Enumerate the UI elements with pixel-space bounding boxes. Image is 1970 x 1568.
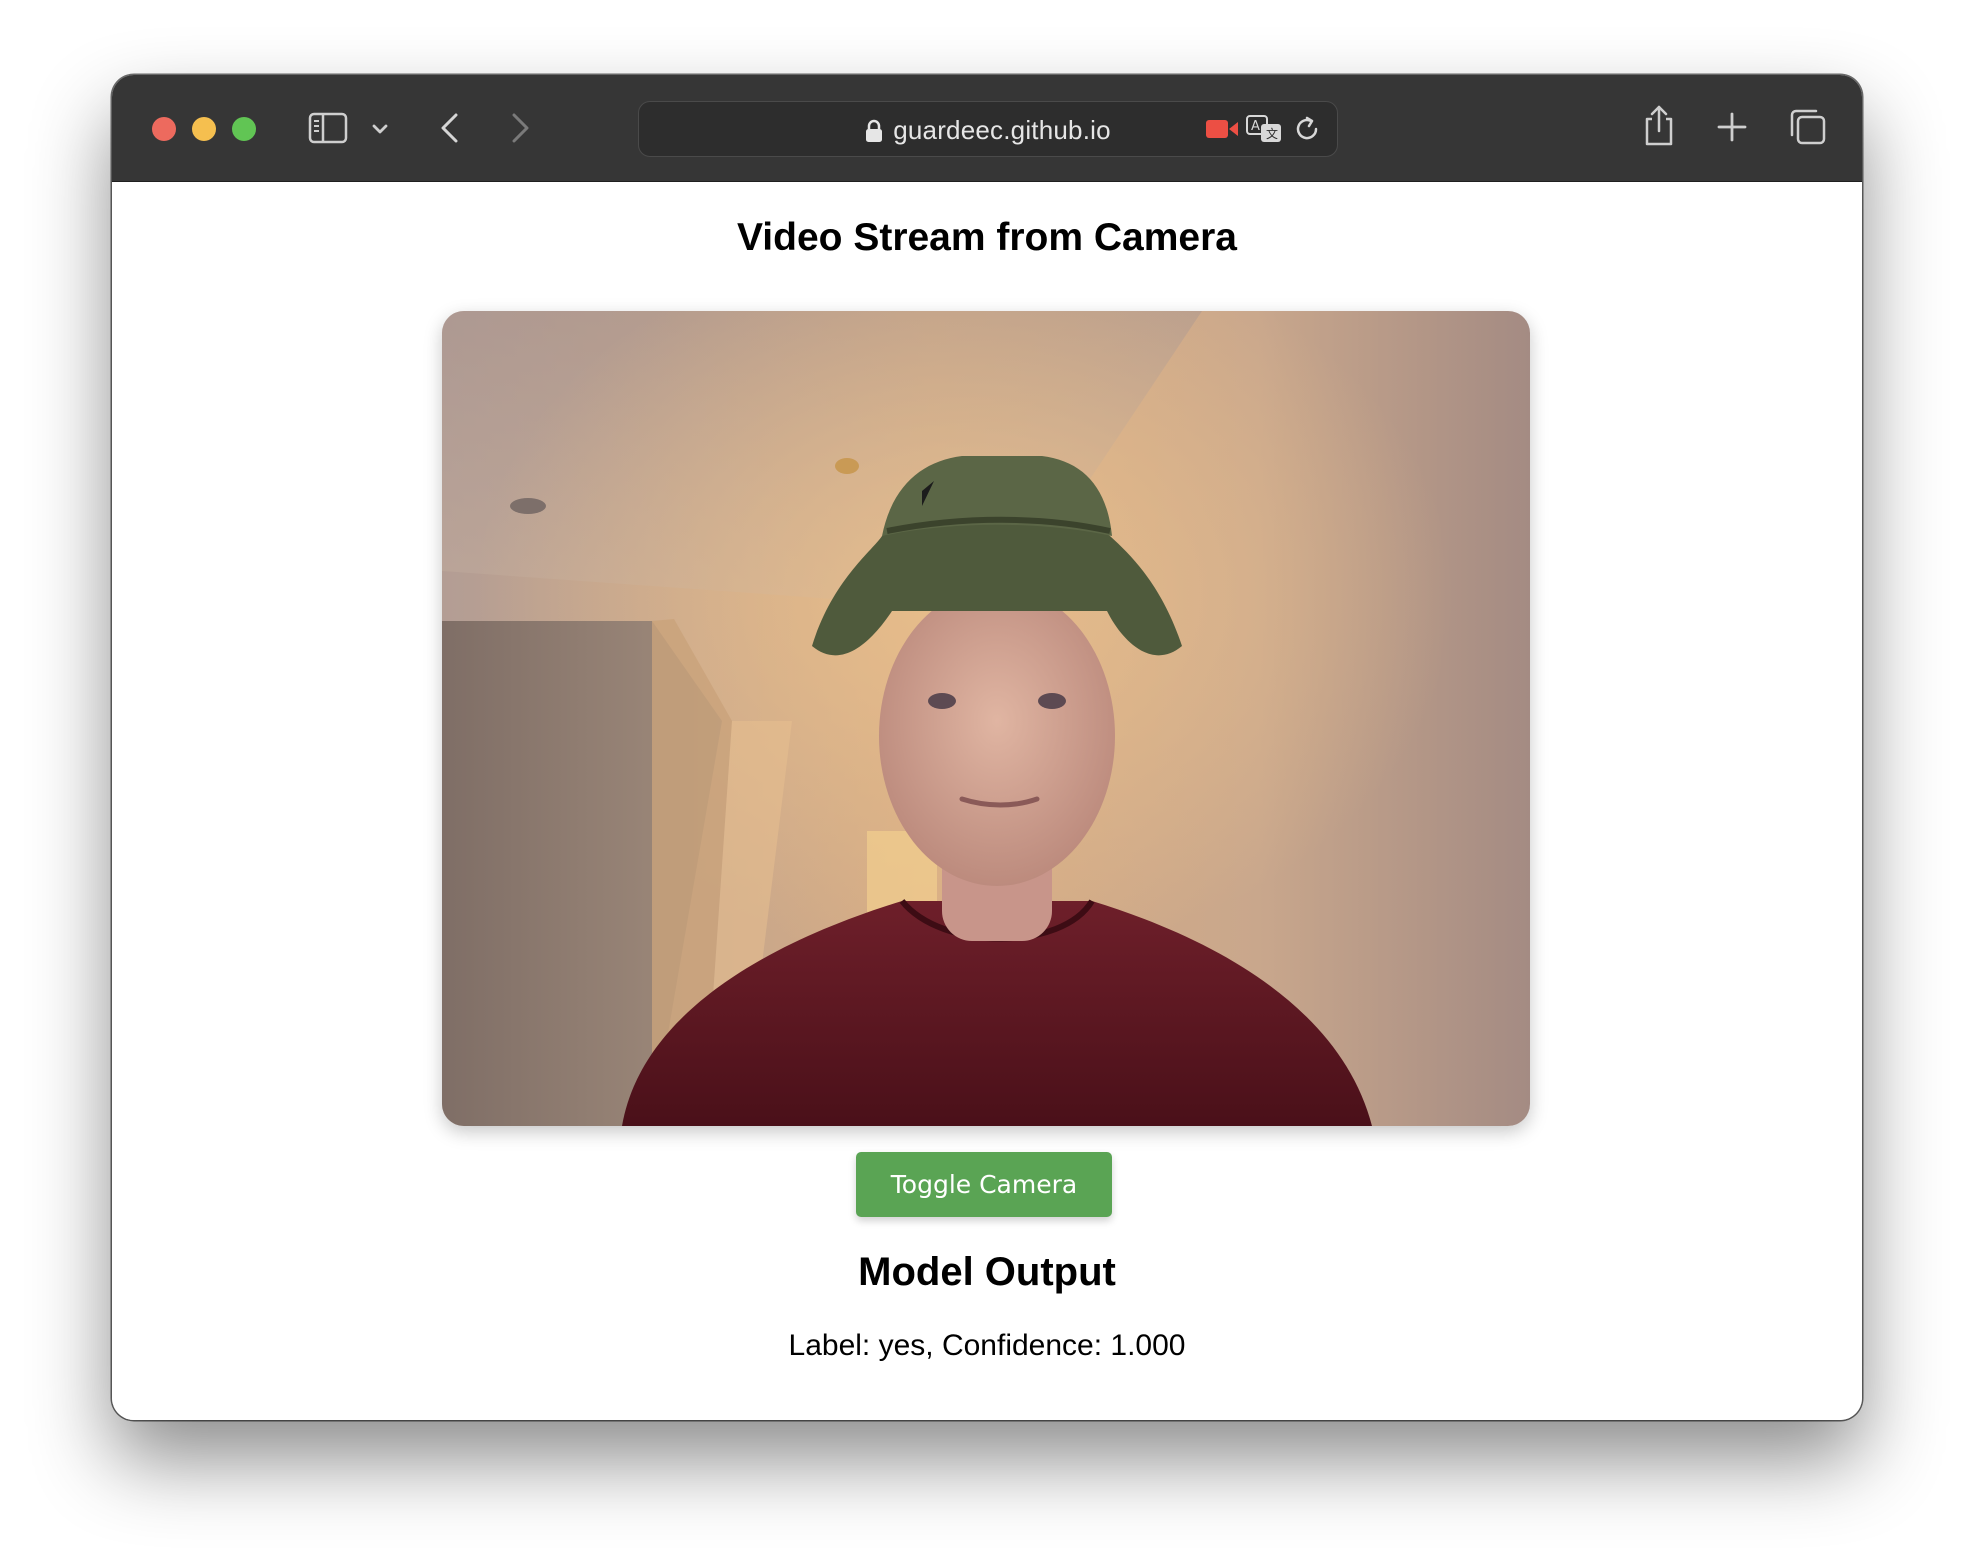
tab-overview-icon[interactable]: [1788, 107, 1828, 147]
chevron-down-icon[interactable]: [370, 119, 390, 139]
reload-icon[interactable]: [1293, 115, 1321, 143]
sidebar-icon[interactable]: [308, 111, 348, 145]
browser-window: guardeec.github.io A 文 Video Stream from…: [112, 75, 1862, 1420]
model-output-text: Label: yes, Confidence: 1.000: [788, 1329, 1186, 1362]
translate-icon[interactable]: A 文: [1245, 114, 1285, 146]
share-icon[interactable]: [1642, 103, 1676, 147]
lock-icon: [866, 119, 883, 142]
close-icon[interactable]: [152, 117, 176, 141]
svg-text:文: 文: [1266, 126, 1278, 141]
address-bar[interactable]: guardeec.github.io A 文: [638, 101, 1338, 157]
page-content: Video Stream from Camera Toggle Camera M…: [112, 182, 1862, 1420]
model-output-heading: Model Output: [858, 1250, 1116, 1294]
minimize-icon[interactable]: [192, 117, 216, 141]
toggle-camera-button[interactable]: Toggle Camera: [856, 1152, 1112, 1217]
camera-video: [442, 311, 1530, 1126]
browser-toolbar: guardeec.github.io A 文: [112, 75, 1862, 182]
page-title: Video Stream from Camera: [737, 216, 1237, 259]
zoom-icon[interactable]: [232, 117, 256, 141]
url-text: guardeec.github.io: [893, 115, 1111, 145]
camera-recording-icon[interactable]: [1205, 117, 1239, 141]
back-icon[interactable]: [434, 109, 464, 147]
svg-text:A: A: [1251, 119, 1260, 134]
new-tab-icon[interactable]: [1716, 111, 1748, 143]
forward-icon[interactable]: [506, 109, 536, 147]
